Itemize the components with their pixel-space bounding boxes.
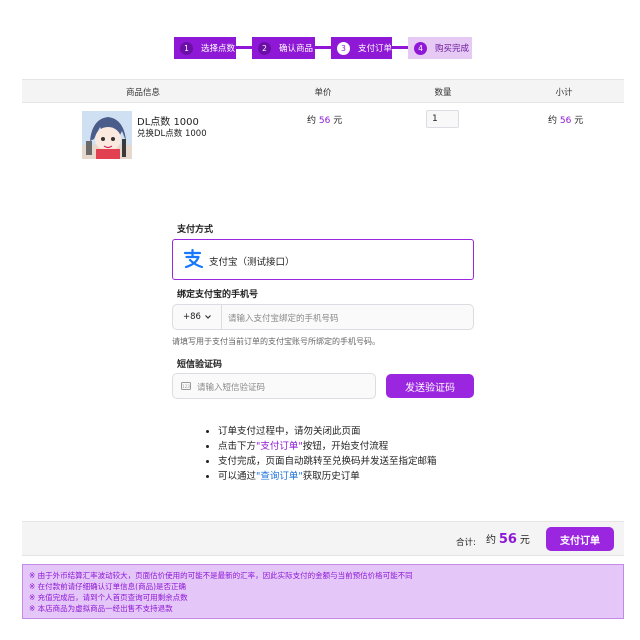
payment-method-label: 支付方式 bbox=[177, 225, 214, 235]
checkout-bar: 合计: 约 56 元 支付订单 bbox=[22, 521, 624, 556]
country-code-value: +86 bbox=[183, 312, 201, 322]
table-header: 商品信息 单价 数量 小计 bbox=[22, 79, 624, 103]
step-number: 2 bbox=[258, 41, 271, 55]
sms-code-placeholder: 请输入短信验证码 bbox=[197, 383, 266, 393]
sms-icon: 123 bbox=[181, 382, 191, 393]
notice-line: ※ 本店商品为虚拟商品一经出售不支持退款 bbox=[29, 604, 173, 613]
price-value: 56 bbox=[318, 116, 331, 126]
payment-tips-list: 订单支付过程中，请勿关闭此页面 点击下方"支付订单"按钮，开始支付流程 支付完成… bbox=[204, 424, 437, 484]
total-value: 56 bbox=[498, 532, 517, 547]
pay-order-button[interactable]: 支付订单 bbox=[546, 527, 614, 551]
product-name: DL点数 1000 bbox=[137, 117, 199, 128]
step-label: 购买完成 bbox=[435, 44, 470, 54]
list-item: 支付完成，页面自动跳转至兑换码并发送至指定邮箱 bbox=[218, 454, 437, 469]
total-unit: 元 bbox=[519, 535, 530, 546]
tip-text: 订单支付过程中，请勿关闭此页面 bbox=[218, 426, 361, 437]
step-select-points: 1 选择点数 bbox=[174, 37, 236, 59]
step-number: 3 bbox=[337, 41, 350, 55]
unit-price: 约 56 元 bbox=[307, 113, 342, 126]
tip-text: 支付完成，页面自动跳转至兑换码并发送至指定邮箱 bbox=[218, 456, 437, 467]
payment-method-name: 支付宝（测试接口） bbox=[209, 257, 295, 268]
list-item: 订单支付过程中，请勿关闭此页面 bbox=[218, 424, 437, 439]
payment-option-alipay[interactable]: 支付宝（测试接口） bbox=[172, 239, 474, 280]
country-code-select[interactable]: +86 bbox=[173, 305, 222, 329]
phone-input-group: +86 请输入支付宝绑定的手机号码 bbox=[172, 304, 474, 330]
tip-text: 获取历史订单 bbox=[302, 471, 360, 482]
step-connector bbox=[392, 46, 408, 49]
product-description: 兑换DL点数 1000 bbox=[137, 129, 207, 139]
phone-placeholder: 请输入支付宝绑定的手机号码 bbox=[228, 314, 339, 324]
tip-text: 点击下方 bbox=[218, 441, 257, 452]
sms-code-label: 短信验证码 bbox=[177, 360, 223, 370]
sms-code-input[interactable]: 123 请输入短信验证码 bbox=[172, 373, 376, 399]
subtotal-value: 56 bbox=[559, 116, 572, 126]
price-prefix: 约 bbox=[307, 116, 317, 126]
subtotal-prefix: 约 bbox=[548, 116, 558, 126]
column-header-item: 商品信息 bbox=[125, 88, 161, 98]
step-complete: 4 购买完成 bbox=[408, 37, 472, 59]
product-thumbnail bbox=[82, 111, 132, 159]
step-connector bbox=[236, 46, 252, 49]
notice-line: ※ 由于外币结算汇率波动较大，页面估价使用的可能不是最新的汇率，因此实际支付的金… bbox=[29, 571, 413, 580]
price-unit: 元 bbox=[333, 116, 343, 126]
svg-text:123: 123 bbox=[182, 384, 190, 389]
quantity-input[interactable]: 1 bbox=[426, 110, 459, 128]
total-label: 合计: bbox=[456, 538, 476, 548]
pay-order-reference: "支付订单" bbox=[256, 441, 303, 452]
step-label: 选择点数 bbox=[201, 44, 236, 54]
step-pay-order: 3 支付订单 bbox=[331, 37, 392, 59]
phone-label: 绑定支付宝的手机号 bbox=[177, 290, 259, 300]
column-header-subtotal: 小计 bbox=[555, 88, 573, 98]
subtotal-unit: 元 bbox=[574, 116, 584, 126]
step-connector bbox=[315, 46, 331, 49]
phone-hint: 请填写用于支付当前订单的支付宝账号所绑定的手机号码。 bbox=[172, 337, 380, 346]
phone-input[interactable]: 请输入支付宝绑定的手机号码 bbox=[222, 305, 473, 329]
list-item: 可以通过"查询订单"获取历史订单 bbox=[218, 469, 437, 484]
list-item: 点击下方"支付订单"按钮，开始支付流程 bbox=[218, 439, 437, 454]
subtotal: 约 56 元 bbox=[548, 113, 583, 126]
total-prefix: 约 bbox=[486, 535, 496, 546]
tip-text: 可以通过 bbox=[218, 471, 257, 482]
column-header-quantity: 数量 bbox=[434, 88, 452, 98]
send-code-button[interactable]: 发送验证码 bbox=[386, 374, 474, 398]
step-number: 4 bbox=[414, 41, 427, 55]
chevron-down-icon bbox=[204, 313, 212, 324]
total-amount: 约 56 元 bbox=[486, 531, 530, 547]
step-number: 1 bbox=[180, 41, 193, 55]
tip-text: 按钮，开始支付流程 bbox=[302, 441, 389, 452]
step-label: 确认商品 bbox=[279, 44, 314, 54]
notice-box: ※ 由于外币结算汇率波动较大，页面估价使用的可能不是最新的汇率，因此实际支付的金… bbox=[22, 564, 624, 619]
query-order-link[interactable]: "查询订单" bbox=[256, 471, 303, 482]
column-header-price: 单价 bbox=[314, 88, 332, 98]
notice-line: ※ 充值完成后，请到个人首页查询可用剩余点数 bbox=[29, 593, 188, 602]
quantity-value: 1 bbox=[432, 114, 438, 124]
step-label: 支付订单 bbox=[358, 44, 393, 54]
alipay-icon bbox=[182, 248, 204, 273]
notice-line: ※ 在付款前请仔细确认订单信息(商品)是否正确 bbox=[29, 582, 187, 591]
step-confirm-item: 2 确认商品 bbox=[252, 37, 315, 59]
